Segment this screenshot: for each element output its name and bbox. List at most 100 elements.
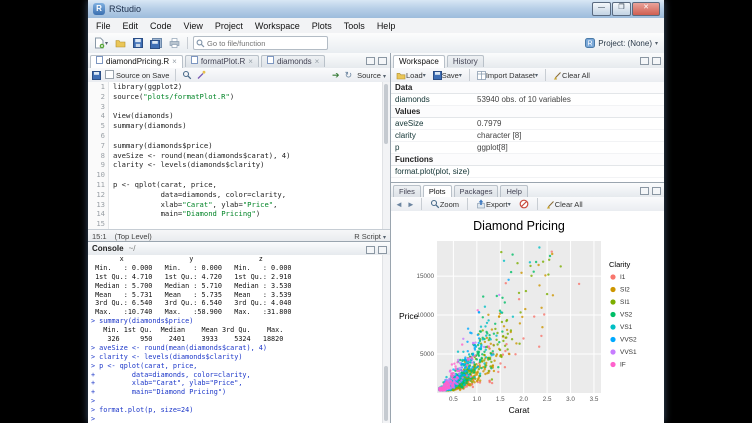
checkbox-icon <box>105 70 114 79</box>
x-tick-label: 3.5 <box>590 396 599 403</box>
source-button[interactable]: Source ▾ <box>357 71 386 80</box>
find-replace-icon[interactable] <box>182 70 192 80</box>
code-text: p <- qplot(carat, price, <box>109 180 217 190</box>
menu-plots[interactable]: Plots <box>306 19 338 33</box>
tab-history[interactable]: History <box>447 55 484 67</box>
menu-view[interactable]: View <box>178 19 209 33</box>
save-all-button[interactable] <box>148 37 164 50</box>
tab-workspace[interactable]: Workspace <box>393 55 445 68</box>
menu-workspace[interactable]: Workspace <box>249 19 306 33</box>
open-folder-icon <box>115 38 126 48</box>
workspace-object-row[interactable]: pggplot[8] <box>391 142 664 154</box>
console-output[interactable]: x y z Min. : 0.000 Min. : 0.000 Min. : 0… <box>88 255 390 423</box>
legend-label-SI1: SI1 <box>620 299 630 306</box>
maximize-button[interactable]: ❐ <box>612 2 631 16</box>
code-text: summary(diamonds) <box>109 121 187 131</box>
workspace-toolbar: Load▾ Save▾ Import Dataset▾ Clear All <box>391 68 664 83</box>
zoom-plot-button[interactable]: Zoom <box>428 198 461 210</box>
console-scrollbar[interactable] <box>382 255 390 423</box>
project-selector[interactable]: R Project: (None) ▾ <box>585 38 658 48</box>
next-plot-button[interactable]: ► <box>407 200 415 209</box>
menu-help[interactable]: Help <box>371 19 402 33</box>
console-line: > summary(diamonds$price) <box>91 317 390 326</box>
clear-workspace-button[interactable]: Clear All <box>551 70 592 81</box>
scope-indicator[interactable]: (Top Level) <box>115 232 152 241</box>
menu-tools[interactable]: Tools <box>338 19 371 33</box>
load-workspace-button[interactable]: Load▾ <box>394 70 428 81</box>
maximize-pane-icon[interactable] <box>378 246 387 254</box>
workspace-object-row[interactable]: aveSize0.7979 <box>391 118 664 130</box>
maximize-pane-icon[interactable] <box>652 57 661 65</box>
magnifier-icon <box>430 199 440 209</box>
minimize-button[interactable]: — <box>592 2 611 16</box>
close-tab-icon[interactable]: × <box>172 57 177 66</box>
workspace-tabstrip: Workspace History <box>391 53 664 69</box>
code-text <box>109 102 117 112</box>
save-button[interactable] <box>131 37 145 49</box>
legend-swatch-VS1 <box>610 324 615 329</box>
menu-code[interactable]: Code <box>144 19 178 33</box>
plots-pane: FilesPlotsPackagesHelp ◄ ► Zoom Export▾ <box>391 182 664 423</box>
line-number: 9 <box>88 160 109 170</box>
tab-formatplot-r[interactable]: formatPlot.R× <box>185 55 259 67</box>
legend-label-VVS2: VVS2 <box>620 337 637 344</box>
tab-help[interactable]: Help <box>500 185 527 197</box>
editor-scrollbar[interactable] <box>382 82 390 229</box>
console-line: Min. 1st Qu. Median Mean 3rd Qu. Max. <box>91 326 390 335</box>
chevron-down-icon: ▾ <box>383 235 386 241</box>
previous-plot-button[interactable]: ◄ <box>395 200 403 209</box>
code-editor[interactable]: 1library(ggplot2)2source("plots/formatPl… <box>88 82 390 229</box>
tab-files[interactable]: Files <box>393 185 421 197</box>
print-button[interactable] <box>167 37 182 49</box>
code-text: data=diamonds, color=clarity, <box>109 190 286 200</box>
tab-label: History <box>453 57 478 66</box>
minimize-pane-icon[interactable] <box>366 57 375 65</box>
close-tab-icon[interactable]: × <box>315 57 320 66</box>
console-line: Mean : 5.731 Mean : 5.735 Mean : 3.539 <box>91 291 390 300</box>
minimize-pane-icon[interactable] <box>640 187 649 195</box>
menu-edit[interactable]: Edit <box>117 19 145 33</box>
rerun-button[interactable]: ↻ <box>345 70 353 81</box>
right-column: Workspace History Load▾ Save▾ Import Data… <box>390 53 664 423</box>
x-axis-label: Carat <box>509 405 530 415</box>
code-text <box>109 170 117 180</box>
maximize-pane-icon[interactable] <box>652 187 661 195</box>
workspace-object-row[interactable]: claritycharacter [8] <box>391 130 664 142</box>
maximize-pane-icon[interactable] <box>378 57 387 65</box>
menu-file[interactable]: File <box>90 19 117 33</box>
console-path[interactable]: ~/ <box>129 244 136 253</box>
workspace-object-row[interactable]: format.plot(plot, size) <box>391 166 664 178</box>
titlebar[interactable]: R RStudio — ❐ ✕ <box>88 0 664 19</box>
new-file-button[interactable]: ▾ <box>92 36 110 50</box>
source-on-save-checkbox[interactable]: Source on Save <box>105 70 169 80</box>
close-button[interactable]: ✕ <box>632 2 660 16</box>
open-file-button[interactable] <box>113 37 128 49</box>
tab-label: diamondPricing.R <box>106 57 169 66</box>
workspace-object-row[interactable]: diamonds53940 obs. of 10 variables <box>391 94 664 106</box>
code-tools-wand-icon[interactable] <box>196 70 206 80</box>
scrollbar-thumb[interactable] <box>384 366 388 421</box>
clear-plots-button[interactable]: Clear All <box>544 199 585 210</box>
tab-packages[interactable]: Packages <box>454 185 499 197</box>
import-dataset-button[interactable]: Import Dataset▾ <box>475 70 540 81</box>
rstudio-logo-icon: R <box>93 3 105 15</box>
file-type-selector[interactable]: R Script ▾ <box>354 232 386 241</box>
y-tick-label: 5000 <box>420 351 435 358</box>
minimize-pane-icon[interactable] <box>366 246 375 254</box>
menu-project[interactable]: Project <box>209 19 249 33</box>
export-plot-button[interactable]: Export▾ <box>474 198 513 210</box>
scrollbar-thumb[interactable] <box>384 84 388 144</box>
code-text: clarity <- levels(diamonds$clarity) <box>109 160 264 170</box>
close-tab-icon[interactable]: × <box>248 57 253 66</box>
goto-file-search[interactable] <box>193 36 328 50</box>
minimize-pane-icon[interactable] <box>640 57 649 65</box>
tab-diamondpricing-r[interactable]: diamondPricing.R× <box>90 55 183 68</box>
tab-diamonds[interactable]: diamonds× <box>261 55 325 67</box>
save-workspace-button[interactable]: Save▾ <box>431 70 464 81</box>
goto-file-input[interactable] <box>193 36 328 50</box>
console-line: 1st Qu.: 4.710 1st Qu.: 4.720 1st Qu.: 2… <box>91 273 390 282</box>
remove-plot-button[interactable] <box>517 198 531 210</box>
save-icon[interactable] <box>92 71 101 80</box>
toolbar-divider <box>175 69 176 81</box>
run-button[interactable]: ➔ <box>332 70 340 81</box>
